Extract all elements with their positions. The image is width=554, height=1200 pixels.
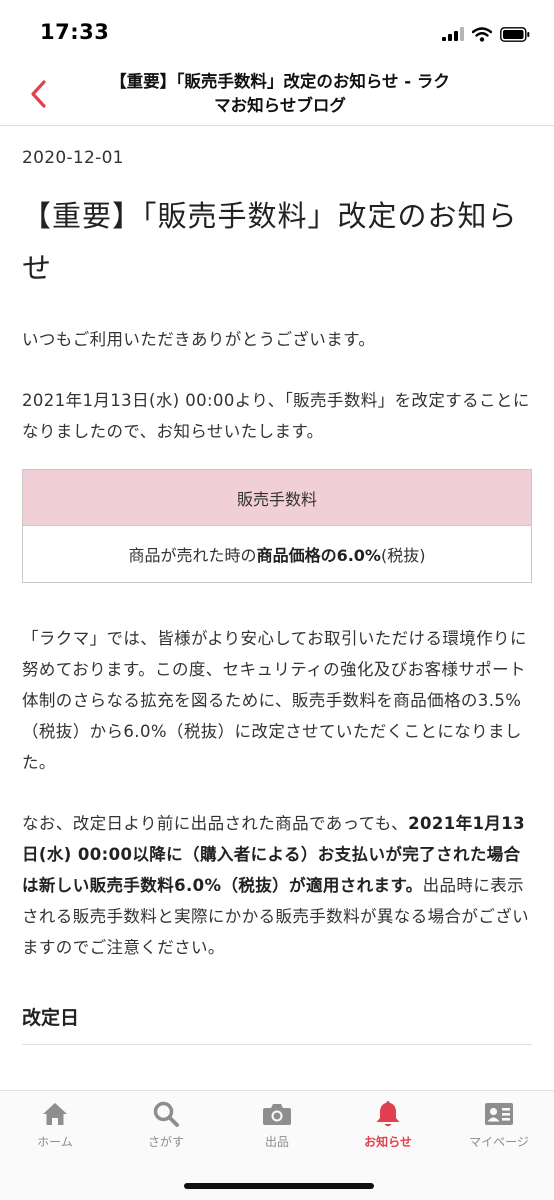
home-indicator bbox=[184, 1183, 374, 1189]
section-heading: 改定日 bbox=[22, 1003, 532, 1045]
article-content[interactable]: 2020-12-01 【重要】「販売手数料」改定のお知らせ いつもご利用いただき… bbox=[0, 126, 554, 1090]
wifi-icon bbox=[472, 26, 492, 42]
greeting-paragraph: いつもご利用いただきありがとうございます。 bbox=[22, 330, 376, 349]
tab-sell-label: 出品 bbox=[264, 1135, 289, 1149]
body-paragraph: 「ラクマ」では、皆様がより安心してお取引いただける環境作りに努めております。この… bbox=[22, 629, 527, 772]
tab-search[interactable]: さがす bbox=[111, 1099, 221, 1155]
bell-icon bbox=[374, 1099, 402, 1129]
status-time: 17:33 bbox=[40, 20, 110, 44]
fee-cell-prefix: 商品が売れた時の bbox=[128, 546, 257, 565]
post-date: 2020-12-01 bbox=[22, 148, 124, 168]
fee-table-header: 販売手数料 bbox=[23, 470, 531, 526]
tab-home[interactable]: ホーム bbox=[0, 1099, 110, 1155]
post-title: 【重要】「販売手数料」改定のお知らせ bbox=[22, 199, 518, 285]
tab-sell[interactable]: 出品 bbox=[222, 1099, 332, 1155]
fee-table: 販売手数料 商品が売れた時の 商品価格の6.0% (税抜) bbox=[22, 469, 532, 583]
nav-bar: 【重要】「販売手数料」改定のお知らせ - ラクマお知らせブログ bbox=[0, 62, 554, 126]
note-prefix: なお、改定日より前に出品された商品であっても、 bbox=[22, 814, 409, 833]
status-bar: 17:33 bbox=[0, 0, 554, 62]
nav-title: 【重要】「販売手数料」改定のお知らせ - ラクマお知らせブログ bbox=[110, 72, 450, 115]
signal-icon bbox=[442, 27, 464, 41]
tab-mypage-label: マイページ bbox=[469, 1135, 529, 1149]
note-paragraph: なお、改定日より前に出品された商品であっても、2021年1月13日(水) 00:… bbox=[22, 808, 532, 963]
tab-home-label: ホーム bbox=[37, 1135, 73, 1149]
back-button[interactable] bbox=[18, 72, 58, 116]
fee-cell-bold: 商品価格の6.0% bbox=[256, 546, 381, 565]
tab-notifications[interactable]: お知らせ bbox=[333, 1099, 443, 1155]
fee-table-cell: 商品が売れた時の 商品価格の6.0% (税抜) bbox=[23, 526, 531, 582]
battery-icon bbox=[500, 26, 530, 42]
tab-search-label: さがす bbox=[147, 1135, 184, 1149]
tab-notifications-label: お知らせ bbox=[364, 1135, 412, 1149]
camera-icon bbox=[262, 1099, 292, 1129]
tab-mypage[interactable]: マイページ bbox=[444, 1099, 554, 1155]
chevron-left-icon bbox=[31, 80, 46, 108]
fee-cell-suffix: (税抜) bbox=[380, 546, 426, 565]
intro-paragraph: 2021年1月13日(水) 00:00より、「販売手数料」を改定することになりま… bbox=[22, 391, 530, 441]
home-icon bbox=[41, 1099, 69, 1129]
status-icons bbox=[442, 24, 530, 44]
profile-card-icon bbox=[484, 1099, 514, 1129]
search-icon bbox=[152, 1099, 180, 1129]
